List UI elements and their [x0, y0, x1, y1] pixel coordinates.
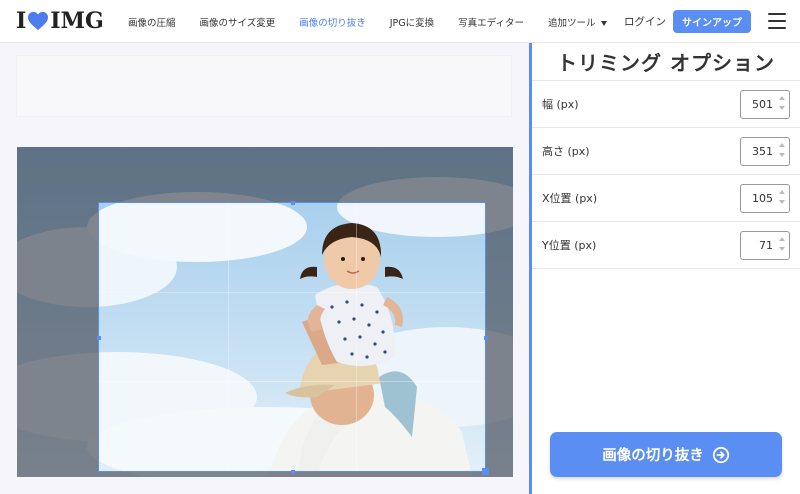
arrow-circle-right-icon — [712, 446, 729, 463]
logo-right: IMG — [50, 8, 104, 34]
ad-placeholder — [16, 55, 512, 117]
crop-handle-left[interactable] — [96, 336, 101, 340]
crop-handle-bottom-right[interactable] — [482, 468, 489, 475]
spinner-icon[interactable] — [778, 143, 786, 161]
height-input[interactable]: 351 — [740, 137, 790, 166]
y-position-input[interactable]: 71 — [740, 231, 790, 260]
height-value: 351 — [752, 145, 773, 158]
width-row: 幅 (px) 501 — [532, 81, 800, 128]
x-position-value: 105 — [752, 192, 773, 205]
height-label: 高さ (px) — [542, 145, 590, 158]
crop-image-button[interactable]: 画像の切り抜き — [550, 432, 782, 477]
crop-image-button-label: 画像の切り抜き — [602, 448, 704, 464]
x-position-input[interactable]: 105 — [740, 184, 790, 213]
nav-photo-editor[interactable]: 写真エディター — [458, 15, 524, 29]
crop-selection-box[interactable] — [96, 200, 489, 475]
nav-more-tools[interactable]: 追加ツール — [548, 15, 607, 29]
nav-resize-image[interactable]: 画像のサイズ変更 — [200, 15, 276, 29]
spinner-icon[interactable] — [778, 237, 786, 255]
y-position-value: 71 — [759, 239, 773, 252]
width-value: 501 — [752, 98, 773, 111]
x-position-row: X位置 (px) 105 — [532, 175, 800, 222]
logo-left: I — [16, 8, 27, 34]
signup-button[interactable]: サインアップ — [673, 10, 751, 33]
x-position-label: X位置 (px) — [542, 192, 598, 205]
crop-handle-right[interactable] — [483, 336, 488, 340]
spinner-icon[interactable] — [778, 96, 786, 114]
crop-handle-top[interactable] — [291, 200, 295, 205]
caret-down-icon — [600, 20, 607, 26]
login-link[interactable]: ログイン — [624, 14, 666, 29]
image-canvas[interactable] — [17, 147, 513, 477]
logo[interactable]: I IMG — [16, 8, 104, 34]
crop-options-panel: トリミング オプション 幅 (px) 501 高さ (px) 351 X位置 (… — [532, 43, 800, 494]
nav-convert-to-jpg[interactable]: JPGに変換 — [390, 15, 434, 29]
hamburger-icon[interactable] — [768, 13, 786, 29]
width-label: 幅 (px) — [542, 98, 579, 111]
nav-crop-image[interactable]: 画像の切り抜き — [299, 15, 366, 29]
y-position-label: Y位置 (px) — [542, 239, 597, 252]
spinner-icon[interactable] — [778, 190, 786, 208]
heart-icon — [28, 11, 49, 31]
nav-more-tools-label: 追加ツール — [548, 17, 596, 29]
main-nav: 画像の圧縮 画像のサイズ変更 画像の切り抜き JPGに変換 写真エディター 追加… — [128, 0, 631, 43]
crop-workspace — [0, 43, 529, 494]
width-input[interactable]: 501 — [740, 90, 790, 119]
nav-compress-image[interactable]: 画像の圧縮 — [128, 15, 176, 29]
height-row: 高さ (px) 351 — [532, 128, 800, 175]
crop-handle-bottom[interactable] — [291, 469, 295, 474]
y-position-row: Y位置 (px) 71 — [532, 222, 800, 269]
top-navbar: I IMG 画像の圧縮 画像のサイズ変更 画像の切り抜き JPGに変換 写真エデ… — [0, 0, 800, 43]
panel-title: トリミング オプション — [532, 43, 800, 81]
